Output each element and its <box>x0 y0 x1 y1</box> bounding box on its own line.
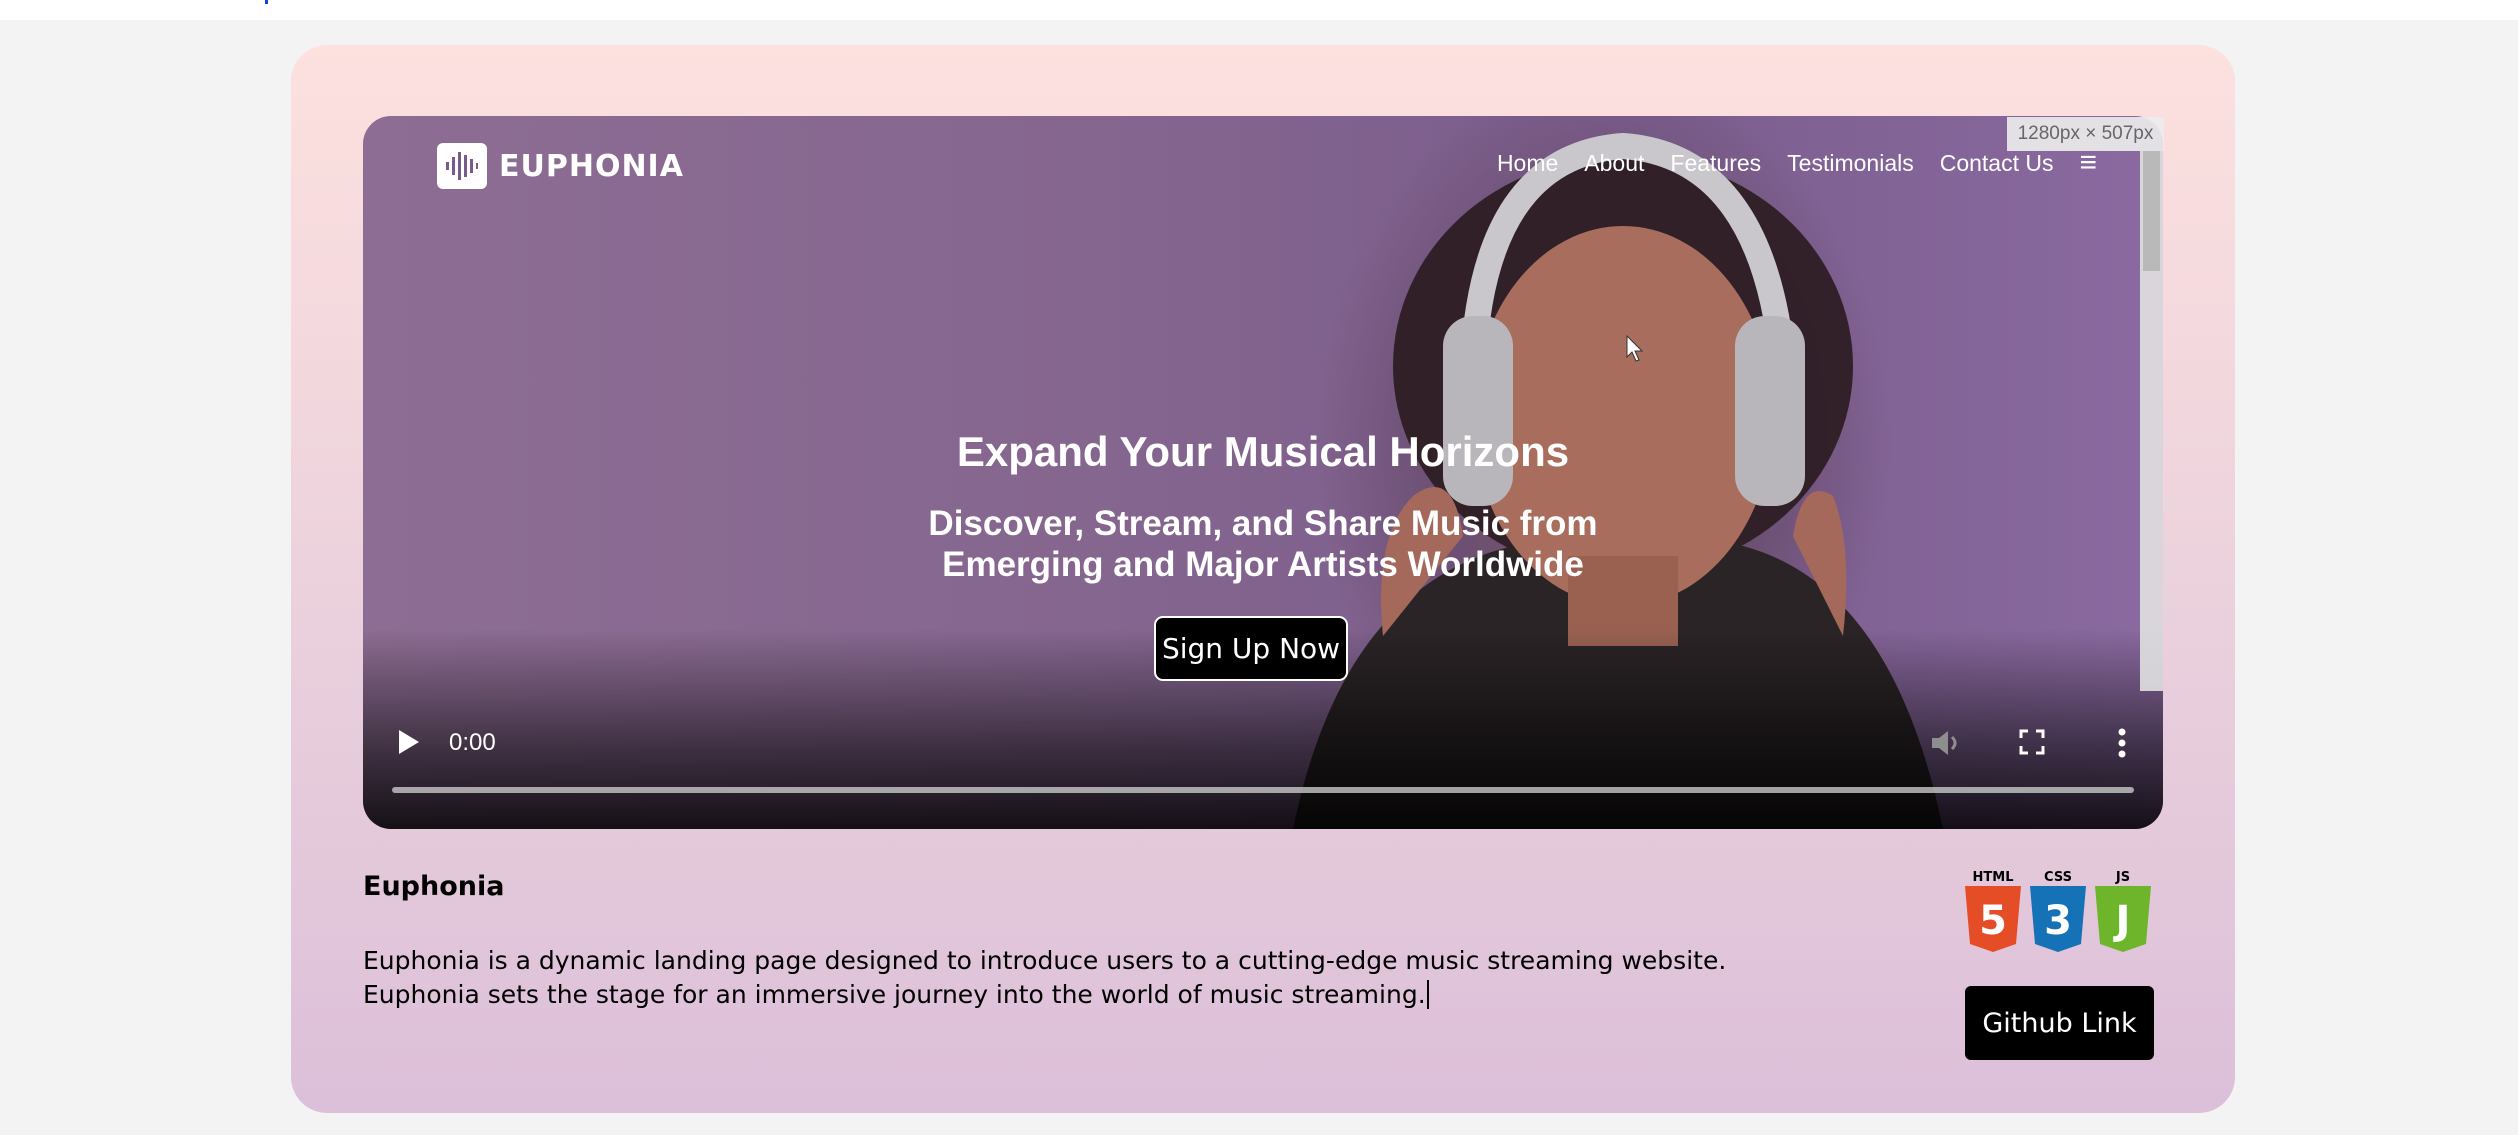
js-badge: JS J <box>2093 870 2153 952</box>
github-link-button[interactable]: Github Link <box>1965 986 2154 1060</box>
sign-up-button[interactable]: Sign Up Now <box>1154 616 1348 681</box>
html5-label: HTML <box>1972 870 2014 885</box>
svg-text:5: 5 <box>1979 898 2007 944</box>
project-description-text: Euphonia is a dynamic landing page desig… <box>363 946 1727 1009</box>
video-progress-bar[interactable] <box>392 787 2134 793</box>
soundwave-icon <box>437 143 487 189</box>
iframe-scrollbar[interactable] <box>2140 151 2163 691</box>
hero-subtitle-line2: Emerging and Major Artists Worldwide <box>942 545 1584 584</box>
html5-shield-icon: 5 <box>1965 886 2021 952</box>
main-nav: Home About Features Testimonials Contact… <box>1497 148 2097 178</box>
volume-muted-icon[interactable] <box>1930 729 1962 757</box>
css3-badge: CSS 3 <box>2028 870 2088 952</box>
brand-name: EUPHONIA <box>499 148 684 184</box>
play-icon[interactable] <box>397 729 421 755</box>
text-caret <box>1426 980 1429 1009</box>
nav-contact[interactable]: Contact Us <box>1940 150 2054 177</box>
js-label: JS <box>2115 870 2131 885</box>
mouse-cursor-icon <box>1626 335 1644 362</box>
project-description: Euphonia is a dynamic landing page desig… <box>363 944 1783 1012</box>
size-indicator: 1280px × 507px <box>2007 117 2164 151</box>
nav-about[interactable]: About <box>1584 150 1644 177</box>
css3-shield-icon: 3 <box>2030 886 2086 952</box>
project-title: Euphonia <box>363 871 505 902</box>
svg-text:J: J <box>2113 898 2131 944</box>
hero-video[interactable]: EUPHONIA Home About Features Testimonial… <box>363 116 2163 829</box>
nav-home[interactable]: Home <box>1497 150 1558 177</box>
fullscreen-icon[interactable] <box>2019 729 2045 755</box>
nav-testimonials[interactable]: Testimonials <box>1787 150 1914 177</box>
menu-icon[interactable]: ≡ <box>2079 148 2097 178</box>
hero-subtitle: Discover, Stream, and Share Music from E… <box>863 503 1663 585</box>
brand-logo[interactable]: EUPHONIA <box>437 143 684 189</box>
svg-text:3: 3 <box>2044 898 2072 944</box>
hero-subtitle-line1: Discover, Stream, and Share Music from <box>928 504 1598 543</box>
more-options-icon[interactable] <box>2117 728 2127 758</box>
html5-badge: HTML 5 <box>1963 870 2023 952</box>
caret-mark <box>265 0 268 4</box>
hero-title: Expand Your Musical Horizons <box>956 428 1570 475</box>
nav-features[interactable]: Features <box>1670 150 1761 177</box>
scrollbar-thumb[interactable] <box>2143 151 2160 271</box>
video-time: 0:00 <box>449 729 496 756</box>
browser-top-strip <box>0 0 2518 20</box>
js-shield-icon: J <box>2095 886 2151 952</box>
tech-badges: HTML 5 CSS 3 JS J <box>1963 870 2153 952</box>
css3-label: CSS <box>2044 870 2072 885</box>
